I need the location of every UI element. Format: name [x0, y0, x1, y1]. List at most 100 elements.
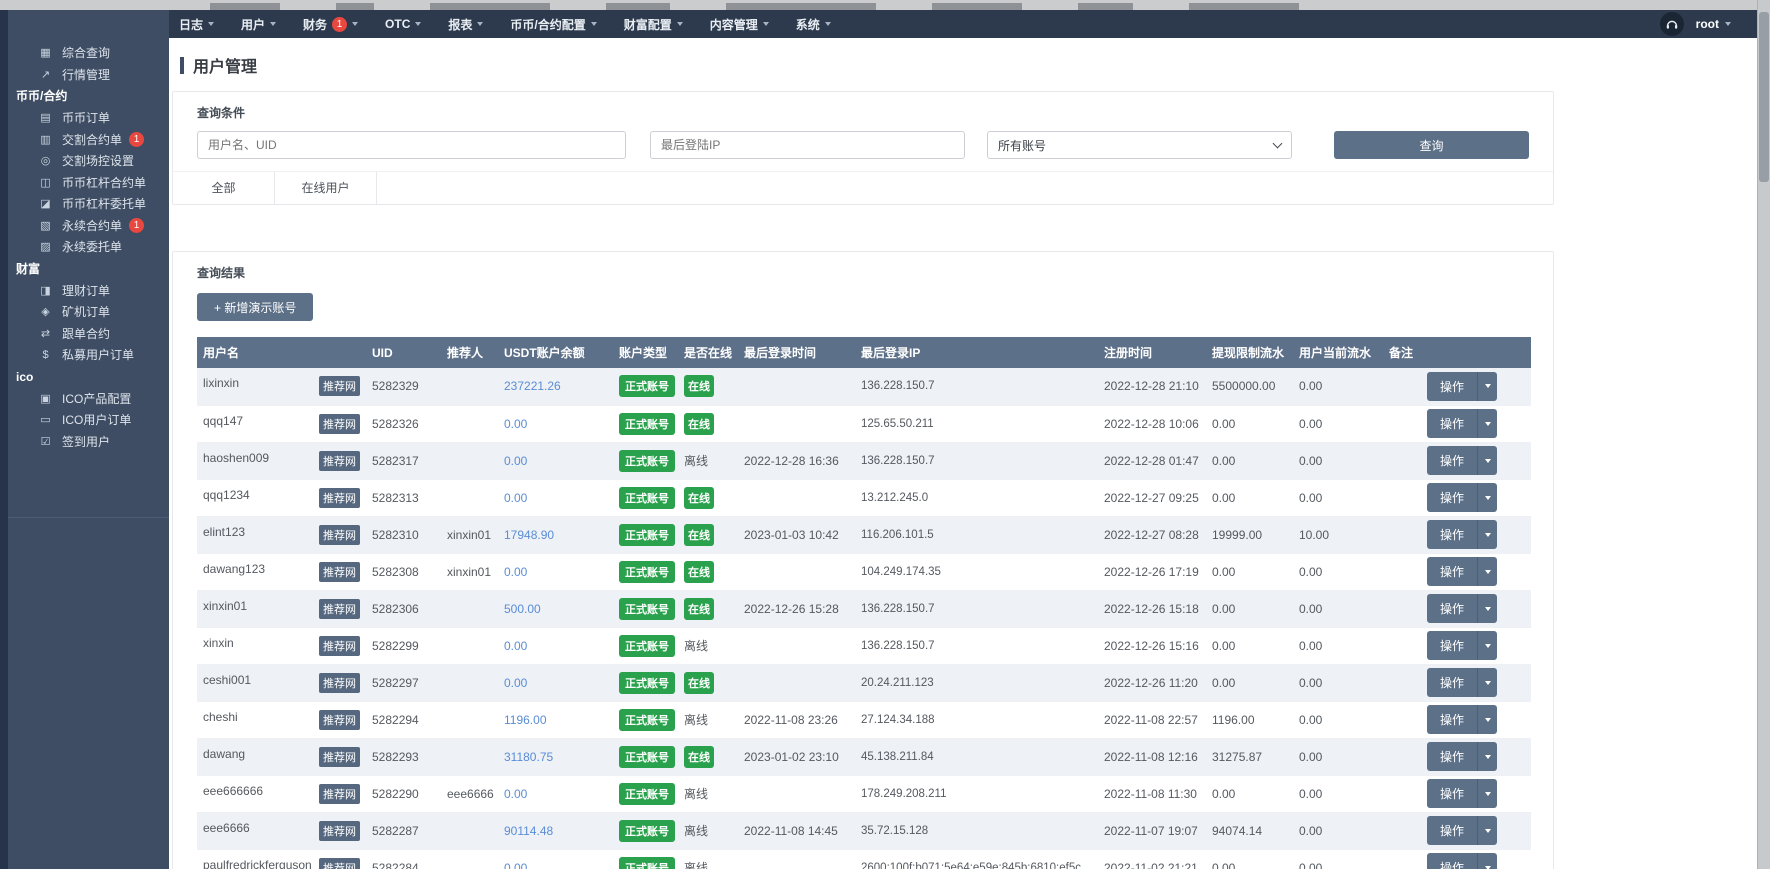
referral-link-button[interactable]: 推荐网	[319, 525, 360, 545]
usdt-balance-link[interactable]: 0.00	[504, 491, 527, 505]
nav-item-finance[interactable]: 财务1	[303, 16, 358, 33]
usdt-balance-link[interactable]: 0.00	[504, 676, 527, 690]
username-cell: haoshen009推荐网	[197, 442, 366, 479]
tab-all[interactable]: 全部	[173, 172, 275, 204]
sidebar-item-signin-users[interactable]: ☑签到用户	[0, 431, 169, 453]
action-dropdown-toggle[interactable]	[1478, 853, 1497, 869]
nav-item-logs[interactable]: 日志	[179, 16, 214, 33]
sidebar-item-overview-query[interactable]: ▦综合查询	[0, 42, 169, 64]
referral-link-button[interactable]: 推荐网	[319, 747, 360, 767]
nav-item-wealth-config[interactable]: 财富配置	[624, 16, 683, 33]
usdt-balance-link[interactable]: 0.00	[504, 639, 527, 653]
action-dropdown-toggle[interactable]	[1478, 520, 1497, 549]
usdt-balance-link[interactable]: 90114.48	[504, 824, 553, 838]
action-dropdown-toggle[interactable]	[1478, 816, 1497, 845]
support-icon[interactable]	[1660, 12, 1684, 36]
referral-link-button[interactable]: 推荐网	[319, 376, 360, 396]
action-button[interactable]: 操作	[1427, 409, 1478, 438]
scrollbar-thumb[interactable]	[1759, 12, 1769, 182]
sidebar-item-miner-orders[interactable]: ◈矿机订单	[0, 301, 169, 323]
username-uid-input[interactable]	[197, 131, 626, 159]
chevron-down-icon	[1485, 422, 1491, 426]
sidebar-item-perpetual-contract-orders[interactable]: ▧永续合约单1	[0, 215, 169, 237]
action-dropdown-toggle[interactable]	[1478, 372, 1497, 401]
referral-link-button[interactable]: 推荐网	[319, 562, 360, 582]
sidebar-item-coin-leverage-contract-orders[interactable]: ◫币币杠杆合约单	[0, 172, 169, 194]
offline-label: 离线	[684, 824, 708, 838]
action-dropdown-toggle[interactable]	[1478, 668, 1497, 697]
headset-icon	[1665, 17, 1679, 31]
sidebar-item-delivery-risk-settings[interactable]: ◎交割场控设置	[0, 150, 169, 172]
referral-link-button[interactable]: 推荐网	[319, 858, 360, 869]
action-button[interactable]: 操作	[1427, 631, 1478, 660]
sidebar-item-ico-product-config[interactable]: ▣ICO产品配置	[0, 388, 169, 410]
referrer-cell	[441, 849, 498, 869]
sidebar-item-delivery-contract-orders[interactable]: ▥交割合约单1	[0, 129, 169, 151]
sidebar-item-ico-user-orders[interactable]: ▭ICO用户订单	[0, 409, 169, 431]
action-dropdown-toggle[interactable]	[1478, 557, 1497, 586]
nav-item-content-management[interactable]: 内容管理	[710, 16, 769, 33]
nav-item-coin-contract-config[interactable]: 币币/合约配置	[510, 16, 596, 33]
action-button[interactable]: 操作	[1427, 816, 1478, 845]
action-dropdown-toggle[interactable]	[1478, 446, 1497, 475]
usdt-balance-link[interactable]: 500.00	[504, 602, 541, 616]
action-button[interactable]: 操作	[1427, 520, 1478, 549]
sidebar-item-coin-orders[interactable]: ▤币币订单	[0, 107, 169, 129]
referral-link-button[interactable]: 推荐网	[319, 451, 360, 471]
action-button[interactable]: 操作	[1427, 372, 1478, 401]
add-demo-account-button[interactable]: + 新增演示账号	[197, 293, 313, 321]
sidebar-item-label: 币币杠杆委托单	[62, 195, 146, 212]
scrollbar[interactable]	[1757, 0, 1770, 869]
search-button[interactable]: 查询	[1334, 131, 1529, 159]
account-type-select[interactable]: 所有账号	[987, 131, 1292, 159]
nav-item-users[interactable]: 用户	[241, 16, 276, 33]
usdt-balance-link[interactable]: 0.00	[504, 565, 527, 579]
action-button[interactable]: 操作	[1427, 668, 1478, 697]
usdt-balance-link[interactable]: 0.00	[504, 417, 527, 431]
action-dropdown-toggle[interactable]	[1478, 409, 1497, 438]
usdt-balance-link[interactable]: 0.00	[504, 861, 527, 869]
sidebar-item-follow-contract[interactable]: ⇄跟单合约	[0, 323, 169, 345]
referral-link-button[interactable]: 推荐网	[319, 599, 360, 619]
referral-link-button[interactable]: 推荐网	[319, 414, 360, 434]
action-button[interactable]: 操作	[1427, 594, 1478, 623]
usdt-balance-link[interactable]: 0.00	[504, 787, 527, 801]
action-button[interactable]: 操作	[1427, 779, 1478, 808]
sidebar-item-finance-orders[interactable]: ◨理财订单	[0, 280, 169, 302]
action-button[interactable]: 操作	[1427, 446, 1478, 475]
action-button[interactable]: 操作	[1427, 557, 1478, 586]
action-dropdown-toggle[interactable]	[1478, 742, 1497, 771]
referral-link-button[interactable]: 推荐网	[319, 488, 360, 508]
action-dropdown-toggle[interactable]	[1478, 779, 1497, 808]
nav-item-reports[interactable]: 报表	[448, 16, 483, 33]
action-button[interactable]: 操作	[1427, 483, 1478, 512]
usdt-balance-link[interactable]: 237221.26	[504, 379, 561, 393]
referral-link-button[interactable]: 推荐网	[319, 673, 360, 693]
sidebar-item-private-user-orders[interactable]: $私募用户订单	[0, 344, 169, 366]
sidebar-item-coin-leverage-entrust-orders[interactable]: ◪币币杠杆委托单	[0, 193, 169, 215]
user-menu[interactable]: root	[1696, 17, 1731, 31]
account-type-cell: 正式账号	[613, 553, 678, 590]
action-button[interactable]: 操作	[1427, 742, 1478, 771]
nav-item-system[interactable]: 系统	[796, 16, 831, 33]
usdt-balance-link[interactable]: 17948.90	[504, 528, 554, 542]
nav-item-otc[interactable]: OTC	[385, 17, 421, 31]
sidebar-item-market-management[interactable]: ↗行情管理	[0, 64, 169, 86]
action-dropdown-toggle[interactable]	[1478, 483, 1497, 512]
referral-link-button[interactable]: 推荐网	[319, 710, 360, 730]
referral-link-button[interactable]: 推荐网	[319, 821, 360, 841]
action-dropdown-toggle[interactable]	[1478, 631, 1497, 660]
tab-online-users[interactable]: 在线用户	[275, 172, 377, 204]
action-dropdown-toggle[interactable]	[1478, 594, 1497, 623]
referral-link-button[interactable]: 推荐网	[319, 636, 360, 656]
usdt-balance-link[interactable]: 1196.00	[504, 713, 547, 727]
last-login-ip-input[interactable]	[650, 131, 965, 159]
action-button[interactable]: 操作	[1427, 705, 1478, 734]
usdt-balance-link[interactable]: 31180.75	[504, 750, 553, 764]
background-artifact	[606, 3, 670, 10]
action-dropdown-toggle[interactable]	[1478, 705, 1497, 734]
action-button[interactable]: 操作	[1427, 853, 1478, 869]
sidebar-item-perpetual-entrust-orders[interactable]: ▨永续委托单	[0, 236, 169, 258]
referral-link-button[interactable]: 推荐网	[319, 784, 360, 804]
usdt-balance-link[interactable]: 0.00	[504, 454, 527, 468]
